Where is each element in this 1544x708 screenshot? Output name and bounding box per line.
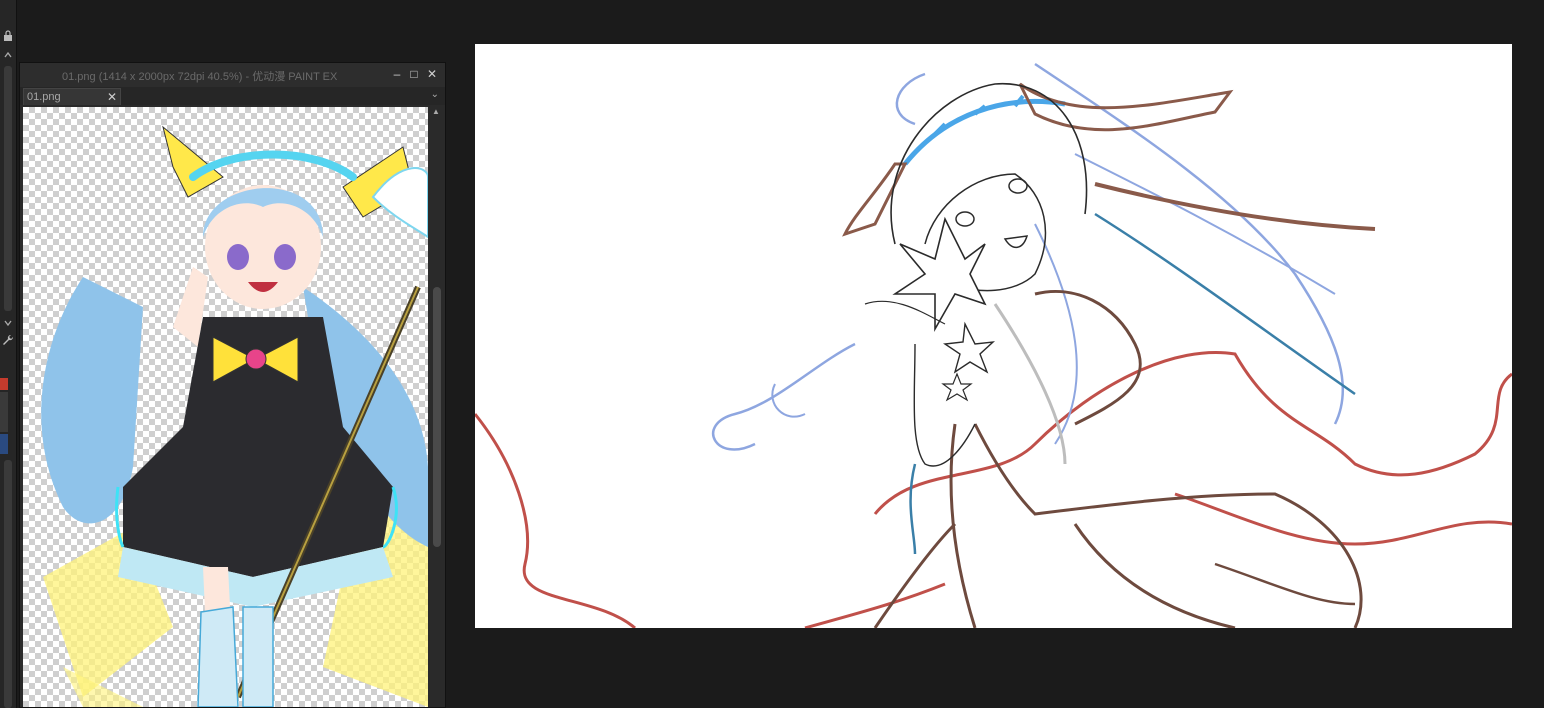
scroll-up-icon[interactable]: ▲ xyxy=(432,107,440,116)
close-button[interactable]: ✕ xyxy=(425,67,439,81)
sub-window-titlebar[interactable]: 01.png (1414 x 2000px 72dpi 40.5%) - 优动漫… xyxy=(20,63,445,87)
wrench-icon[interactable] xyxy=(1,334,15,348)
sub-window-title: 01.png (1414 x 2000px 72dpi 40.5%) - 优动漫… xyxy=(62,71,338,83)
color-swatch-dark[interactable] xyxy=(0,392,8,432)
lock-icon[interactable] xyxy=(1,30,15,44)
chevron-up-icon[interactable] xyxy=(1,50,15,64)
tab-label: 01.png xyxy=(27,91,61,103)
paint-app: 01.png (1414 x 2000px 72dpi 40.5%) - 优动漫… xyxy=(0,0,1544,708)
main-drawing-canvas[interactable] xyxy=(475,44,1512,628)
tab-list-dropdown-icon[interactable]: ⌄ xyxy=(431,89,439,100)
tab-01-png[interactable]: 01.png ✕ xyxy=(23,88,121,105)
chevron-down-icon[interactable] xyxy=(1,318,15,332)
left-strip-lower-scrollbar[interactable] xyxy=(4,460,12,708)
maximize-button[interactable]: □ xyxy=(407,67,421,81)
left-tool-strip xyxy=(0,0,17,708)
left-strip-scrollbar[interactable] xyxy=(4,66,12,311)
sub-window-vertical-scrollbar[interactable]: ▲ xyxy=(431,107,443,707)
reference-image-canvas[interactable] xyxy=(23,107,428,707)
tab-close-icon[interactable]: ✕ xyxy=(107,90,117,104)
reference-illustration xyxy=(41,125,428,707)
sketch-drawing xyxy=(475,62,1512,628)
scrollbar-thumb[interactable] xyxy=(433,287,441,547)
color-swatch-red[interactable] xyxy=(0,378,8,390)
minimize-button[interactable]: – xyxy=(390,67,404,81)
document-tabbar: 01.png ✕ ⌄ xyxy=(20,87,445,105)
color-swatch-blue[interactable] xyxy=(0,434,8,454)
sub-view-window: 01.png (1414 x 2000px 72dpi 40.5%) - 优动漫… xyxy=(19,62,446,708)
